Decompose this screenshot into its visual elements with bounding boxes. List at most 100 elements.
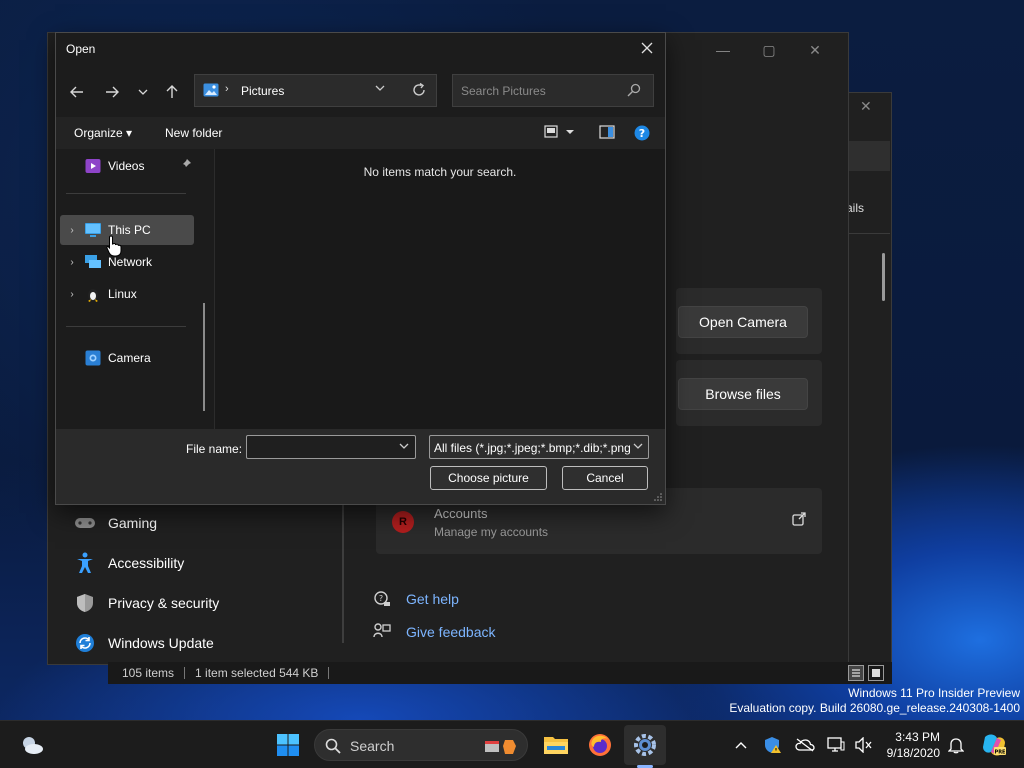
large-icons-view-icon[interactable]	[868, 665, 884, 681]
weather-widget-icon[interactable]	[18, 731, 46, 759]
resize-grip-icon[interactable]	[654, 493, 662, 501]
background-window-scrollbar[interactable]	[882, 253, 885, 301]
browse-files-button[interactable]: Browse files	[678, 378, 808, 410]
sidebar-item-accessibility[interactable]: Accessibility	[68, 543, 328, 583]
help-icon: ?	[372, 589, 392, 609]
pin-icon[interactable]	[180, 158, 192, 173]
open-dialog: Open › Pictures Search Pictures Organize…	[55, 32, 666, 505]
refresh-icon[interactable]	[411, 82, 427, 98]
nav-item-linux[interactable]: › Linux	[60, 279, 194, 309]
evaluation-watermark: Windows 11 Pro Insider Preview Evaluatio…	[729, 686, 1020, 716]
settings-gear-icon[interactable]	[631, 731, 659, 759]
start-button-windows-icon[interactable]	[274, 731, 302, 759]
organize-menu[interactable]: Organize ▾	[74, 126, 132, 140]
file-type-select[interactable]: All files (*.jpg;*.jpeg;*.bmp;*.dib;*.pn…	[429, 435, 649, 459]
help-icon[interactable]: ?	[634, 125, 650, 144]
give-feedback-label: Give feedback	[406, 624, 496, 640]
address-bar[interactable]: › Pictures	[194, 74, 437, 107]
security-shield-icon[interactable]	[763, 735, 783, 755]
notification-bell-icon[interactable]	[946, 735, 966, 755]
file-name-chevron-down-icon[interactable]	[399, 441, 409, 452]
file-list-pane[interactable]: No items match your search.	[215, 149, 665, 429]
address-dropdown-icon[interactable]	[375, 83, 385, 94]
maximize-icon[interactable]: ▢	[746, 39, 792, 61]
network-icon	[84, 253, 102, 271]
search-highlight-icon	[483, 736, 519, 759]
svg-text:?: ?	[639, 127, 645, 140]
taskbar-search-label: Search	[350, 738, 395, 754]
taskbar: Search 3:43 PM 9/18/2020 PRE	[0, 720, 1024, 768]
status-separator	[328, 667, 330, 679]
nav-item-label: Linux	[108, 287, 137, 301]
expand-chevron-icon[interactable]: ›	[60, 257, 84, 268]
taskbar-search-box[interactable]: Search	[314, 729, 528, 761]
settings-sidebar: Gaming Accessibility Privacy & security …	[68, 503, 328, 663]
nav-item-camera[interactable]: Camera	[60, 343, 194, 373]
back-icon[interactable]	[66, 81, 88, 103]
nav-item-label: Videos	[108, 159, 145, 173]
change-view-icon[interactable]	[544, 125, 576, 142]
svg-text:?: ?	[379, 594, 383, 603]
minimize-icon[interactable]: —	[700, 39, 746, 61]
choose-picture-button[interactable]: Choose picture	[430, 466, 547, 490]
get-help-link[interactable]: ? Get help	[372, 589, 459, 609]
pictures-folder-icon	[203, 83, 219, 97]
copilot-pre-icon[interactable]: PRE	[980, 731, 1008, 759]
background-window-close-icon[interactable]: ✕	[860, 98, 872, 115]
onedrive-cloud-icon[interactable]	[795, 735, 815, 755]
search-input[interactable]: Search Pictures	[452, 74, 654, 107]
feedback-icon	[372, 622, 392, 642]
status-selection: 1 item selected 544 KB	[195, 666, 319, 680]
clock-time: 3:43 PM	[895, 730, 940, 744]
organize-label: Organize	[74, 126, 123, 140]
nav-pane-scrollbar[interactable]	[203, 303, 205, 411]
empty-results-message: No items match your search.	[363, 165, 517, 179]
navigation-pane: Videos › This PC › Network › Linux Camer…	[56, 149, 214, 429]
breadcrumb-chevron-icon: ›	[225, 83, 229, 95]
camera-icon	[84, 349, 102, 367]
file-name-field[interactable]	[246, 435, 416, 459]
close-icon[interactable]: ✕	[792, 39, 838, 61]
linux-icon	[84, 285, 102, 303]
nav-item-this-pc[interactable]: › This PC	[60, 215, 194, 245]
file-explorer-icon[interactable]	[542, 731, 570, 759]
search-icon	[325, 738, 341, 754]
cancel-button[interactable]: Cancel	[562, 466, 648, 490]
nav-item-network[interactable]: › Network	[60, 247, 194, 277]
taskbar-clock[interactable]: 3:43 PM 9/18/2020	[880, 729, 940, 761]
details-view-icon[interactable]	[848, 665, 864, 681]
sidebar-item-label: Privacy & security	[108, 595, 220, 611]
close-icon[interactable]	[637, 38, 657, 58]
sidebar-item-windows-update[interactable]: Windows Update	[68, 623, 328, 663]
dialog-title: Open	[66, 42, 96, 56]
file-type-chevron-down-icon[interactable]	[633, 441, 643, 452]
sidebar-item-gaming[interactable]: Gaming	[68, 503, 328, 543]
network-display-icon[interactable]	[826, 735, 846, 755]
volume-muted-icon[interactable]	[854, 735, 874, 755]
firefox-icon[interactable]	[586, 731, 614, 759]
show-hidden-icons-chevron-up-icon[interactable]	[731, 735, 751, 755]
sidebar-item-privacy-security[interactable]: Privacy & security	[68, 583, 328, 623]
hand-cursor-icon	[106, 235, 122, 257]
forward-icon[interactable]	[101, 81, 123, 103]
nav-divider	[66, 326, 186, 327]
new-folder-button[interactable]: New folder	[165, 126, 222, 140]
explorer-status-bar: 105 items 1 item selected 544 KB	[108, 662, 892, 684]
search-icon[interactable]	[627, 83, 641, 97]
recent-locations-chevron-down-icon[interactable]	[132, 81, 154, 103]
dialog-command-bar: Organize ▾ New folder ?	[56, 117, 665, 149]
open-camera-button[interactable]: Open Camera	[678, 306, 808, 338]
expand-chevron-icon[interactable]: ›	[60, 225, 84, 236]
dialog-navigation-bar: › Pictures Search Pictures	[56, 69, 665, 115]
dialog-bottom-panel: File name: All files (*.jpg;*.jpeg;*.bmp…	[56, 429, 665, 504]
accounts-title: Accounts	[434, 506, 488, 521]
give-feedback-link[interactable]: Give feedback	[372, 622, 496, 642]
accounts-subtitle: Manage my accounts	[434, 525, 549, 539]
expand-chevron-icon[interactable]: ›	[60, 289, 84, 300]
breadcrumb-location[interactable]: Pictures	[241, 84, 284, 98]
nav-item-videos[interactable]: Videos	[60, 151, 194, 181]
videos-icon	[84, 157, 102, 175]
preview-pane-icon[interactable]	[599, 125, 615, 142]
up-arrow-icon[interactable]	[161, 81, 183, 103]
svg-text:PRE: PRE	[995, 750, 1007, 756]
